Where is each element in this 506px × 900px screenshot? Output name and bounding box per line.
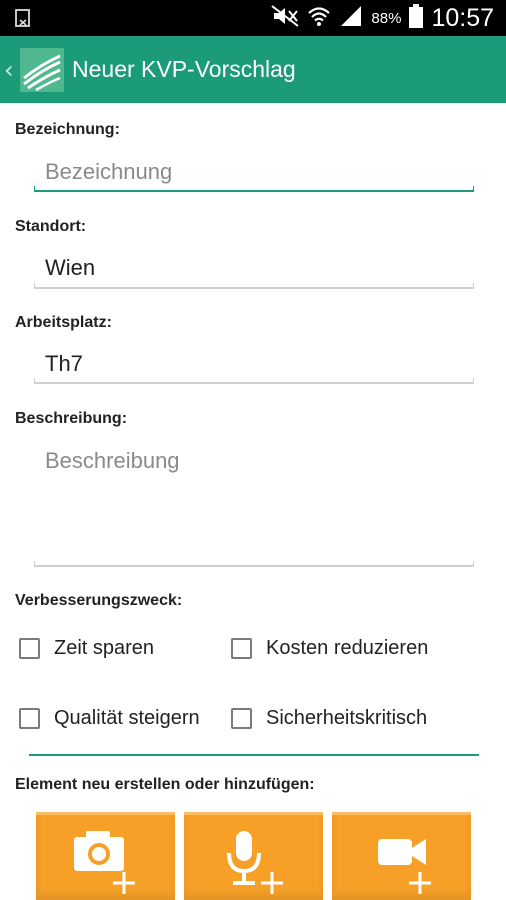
standort-label: Standort: — [15, 218, 87, 235]
camera-plus-icon — [74, 831, 135, 894]
checkbox-label[interactable]: Sicherheitskritisch — [266, 707, 427, 730]
section-divider — [29, 754, 479, 756]
arbeitsplatz-input[interactable]: Th7 — [34, 351, 474, 377]
bezeichnung-input[interactable]: Bezeichnung — [34, 159, 474, 185]
standort-underline — [34, 283, 474, 289]
checkbox-box[interactable] — [19, 708, 40, 729]
verbesserungszweck-label: Verbesserungszweck: — [15, 592, 183, 609]
status-bar: 88% 10:57 — [0, 0, 506, 36]
checkbox-zeit-sparen[interactable]: Zeit sparen — [19, 637, 154, 660]
clock: 10:57 — [431, 3, 494, 32]
checkbox-label[interactable]: Zeit sparen — [54, 637, 154, 660]
arbeitsplatz-label: Arbeitsplatz: — [15, 314, 112, 331]
microphone-plus-icon — [227, 831, 283, 894]
beschreibung-underline — [34, 561, 474, 567]
beschreibung-textarea[interactable]: Beschreibung — [34, 448, 474, 558]
app-logo-icon[interactable] — [20, 47, 64, 92]
checkbox-box[interactable] — [231, 708, 252, 729]
add-photo-button[interactable] — [36, 812, 175, 900]
add-audio-button[interactable] — [184, 812, 323, 900]
battery-icon — [409, 3, 424, 33]
mute-icon — [271, 4, 300, 32]
beschreibung-label: Beschreibung: — [15, 410, 128, 427]
arbeitsplatz-underline — [34, 378, 474, 384]
checkbox-qualitaet-steigern[interactable]: Qualität steigern — [19, 707, 200, 730]
page-title: Neuer KVP-Vorschlag — [72, 56, 296, 82]
signal-icon — [339, 5, 363, 32]
checkbox-sicherheitskritisch[interactable]: Sicherheitskritisch — [231, 707, 427, 730]
attachments-label: Element neu erstellen oder hinzufügen: — [15, 776, 315, 793]
sim-card-icon — [14, 8, 34, 33]
checkbox-box[interactable] — [19, 638, 40, 659]
checkbox-box[interactable] — [231, 638, 252, 659]
standort-input[interactable]: Wien — [34, 255, 474, 281]
wifi-icon — [307, 5, 331, 32]
add-video-button[interactable] — [332, 812, 471, 900]
bezeichnung-underline — [34, 186, 474, 192]
checkbox-label[interactable]: Kosten reduzieren — [266, 637, 428, 660]
checkbox-kosten-reduzieren[interactable]: Kosten reduzieren — [231, 637, 428, 660]
video-plus-icon — [378, 839, 431, 894]
chevron-left-icon[interactable]: ‹ — [4, 56, 18, 84]
app-bar: ‹ Neuer KVP-Vorschlag — [0, 36, 506, 103]
battery-percent: 88% — [371, 9, 402, 27]
bezeichnung-label: Bezeichnung: — [15, 121, 120, 138]
checkbox-label[interactable]: Qualität steigern — [54, 707, 200, 730]
